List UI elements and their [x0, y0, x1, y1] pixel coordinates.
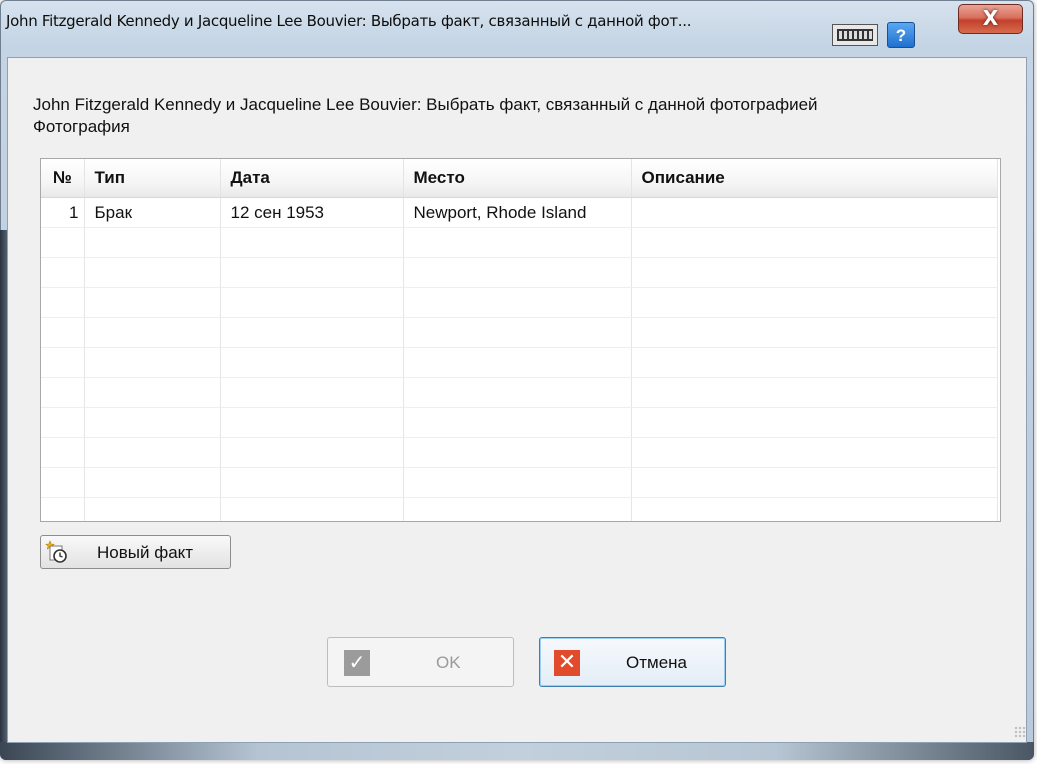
window-edge-left — [0, 230, 7, 750]
cell-num: 1 — [41, 197, 85, 228]
heading-subtitle: Фотография — [33, 117, 130, 136]
cell-type: Брак — [84, 197, 221, 228]
cell-date: 12 сен 1953 — [220, 197, 404, 228]
new-fact-icon — [45, 540, 69, 564]
empty-row — [41, 227, 998, 258]
cell-place: Newport, Rhode Island — [403, 197, 632, 228]
column-header-type[interactable]: Тип — [84, 159, 221, 198]
empty-row — [41, 317, 998, 348]
new-fact-button[interactable]: Новый факт — [40, 535, 231, 569]
cancel-button[interactable]: ✕ Отмена — [539, 637, 726, 687]
empty-row — [41, 257, 998, 288]
empty-row — [41, 347, 998, 378]
column-header-description[interactable]: Описание — [631, 159, 998, 198]
cancel-x-icon: ✕ — [554, 650, 580, 676]
table-header-row: № Тип Дата Место Описание — [41, 159, 998, 198]
new-fact-label: Новый факт — [97, 543, 194, 562]
empty-row — [41, 287, 998, 318]
window-title: John Fitzgerald Kennedy и Jacqueline Lee… — [6, 12, 692, 30]
cancel-label: Отмена — [626, 653, 687, 672]
empty-row — [41, 467, 998, 498]
heading-title: John Fitzgerald Kennedy и Jacqueline Lee… — [33, 95, 818, 114]
facts-table[interactable]: № Тип Дата Место Описание 1 Брак 12 сен … — [40, 158, 1001, 522]
help-icon[interactable]: ? — [887, 22, 915, 48]
window-edge-bottom — [0, 742, 1034, 760]
empty-row — [41, 377, 998, 408]
empty-row — [41, 497, 998, 521]
resize-grip-icon[interactable] — [1014, 726, 1026, 738]
ok-label: OK — [436, 653, 461, 672]
empty-row — [41, 437, 998, 468]
dialog-heading: John Fitzgerald Kennedy и Jacqueline Lee… — [33, 94, 1013, 136]
column-header-date[interactable]: Дата — [220, 159, 404, 198]
cell-description — [631, 197, 998, 228]
empty-row — [41, 407, 998, 438]
close-button[interactable]: X — [958, 4, 1023, 34]
check-icon: ✓ — [344, 650, 370, 676]
table-row[interactable]: 1 Брак 12 сен 1953 Newport, Rhode Island — [41, 197, 998, 228]
column-header-num[interactable]: № — [41, 159, 85, 198]
column-header-place[interactable]: Место — [403, 159, 632, 198]
ok-button[interactable]: ✓ OK — [327, 637, 514, 687]
keyboard-icon[interactable] — [832, 24, 878, 46]
